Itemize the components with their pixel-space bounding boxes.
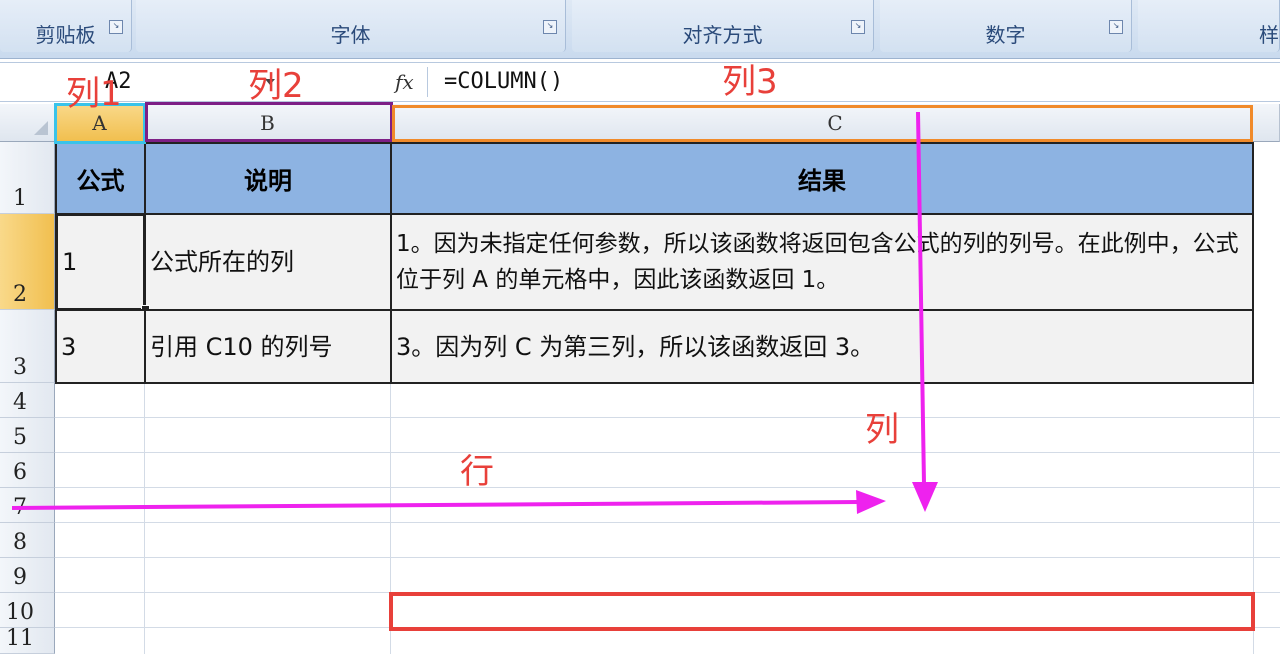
cell-c3[interactable]: 3。因为列 C 为第三列，所以该函数返回 3。 — [390, 309, 1254, 384]
ribbon-group-alignment[interactable]: 对齐方式 ↘ — [572, 0, 874, 52]
table-header-description[interactable]: 说明 — [144, 142, 392, 215]
row-header-1[interactable]: 1 — [0, 142, 55, 214]
ribbon-group-font[interactable]: 字体 ↘ — [136, 0, 566, 52]
select-all-button[interactable] — [0, 104, 55, 142]
row-header-4[interactable]: 4 — [0, 383, 55, 418]
row-header-9[interactable]: 9 — [0, 558, 55, 593]
name-box[interactable]: A2 — [0, 63, 385, 101]
cell-a2[interactable]: 1 — [55, 213, 146, 311]
column-c-highlight — [392, 105, 1253, 142]
cell-b3[interactable]: 引用 C10 的列号 — [144, 309, 392, 384]
row-header-5[interactable]: 5 — [0, 418, 55, 453]
ribbon-group-styles[interactable]: 样 — [1138, 0, 1280, 52]
dialog-launcher-icon[interactable]: ↘ — [543, 20, 557, 34]
ribbon-group-label: 样 — [1259, 23, 1279, 47]
ribbon-group-label: 对齐方式 — [682, 23, 763, 47]
row-header-7[interactable]: 7 — [0, 488, 55, 523]
select-all-icon — [34, 121, 48, 135]
row-header-2[interactable]: 2 — [0, 214, 55, 310]
row-header-8[interactable]: 8 — [0, 523, 55, 558]
dialog-launcher-icon[interactable]: ↘ — [1109, 20, 1123, 34]
dialog-launcher-icon[interactable]: ↘ — [109, 20, 123, 34]
divider — [427, 67, 428, 97]
cell-c2[interactable]: 1。因为未指定任何参数，所以该函数将返回包含公式的列的列号。在此例中，公式位于列… — [390, 213, 1254, 311]
formula-bar: A2 fx =COLUMN() — [0, 62, 1280, 102]
ribbon-group-label: 数字 — [985, 23, 1026, 47]
ribbon: 剪贴板 ↘ 字体 ↘ 对齐方式 ↘ 数字 ↘ 样 — [0, 0, 1280, 59]
ribbon-group-clipboard[interactable]: 剪贴板 ↘ — [0, 0, 132, 52]
annotation-column: 列 — [865, 410, 899, 450]
ribbon-group-number[interactable]: 数字 ↘ — [880, 0, 1132, 52]
table-header-formula[interactable]: 公式 — [55, 142, 146, 215]
table-header-result[interactable]: 结果 — [390, 142, 1254, 215]
annotation-col1: 列1 — [66, 74, 122, 114]
row-header-3[interactable]: 3 — [0, 310, 55, 383]
annotation-row: 行 — [460, 452, 494, 492]
cell-b2[interactable]: 公式所在的列 — [144, 213, 392, 311]
column-b-highlight — [145, 102, 393, 142]
row-header-10[interactable]: 10 — [0, 593, 55, 628]
cell-a3[interactable]: 3 — [55, 309, 146, 384]
ribbon-group-label: 剪贴板 — [35, 23, 96, 47]
c10-highlight — [389, 592, 1255, 631]
formula-input[interactable]: =COLUMN() — [444, 63, 563, 101]
dialog-launcher-icon[interactable]: ↘ — [851, 20, 865, 34]
row-header-6[interactable]: 6 — [0, 453, 55, 488]
grid-line-col-b — [144, 383, 145, 654]
ribbon-group-label: 字体 — [330, 23, 371, 47]
annotation-col2: 列2 — [248, 66, 304, 106]
insert-function-icon[interactable]: fx — [395, 63, 425, 101]
row-header-11[interactable]: 11 — [0, 626, 55, 654]
annotation-col3: 列3 — [722, 62, 778, 102]
